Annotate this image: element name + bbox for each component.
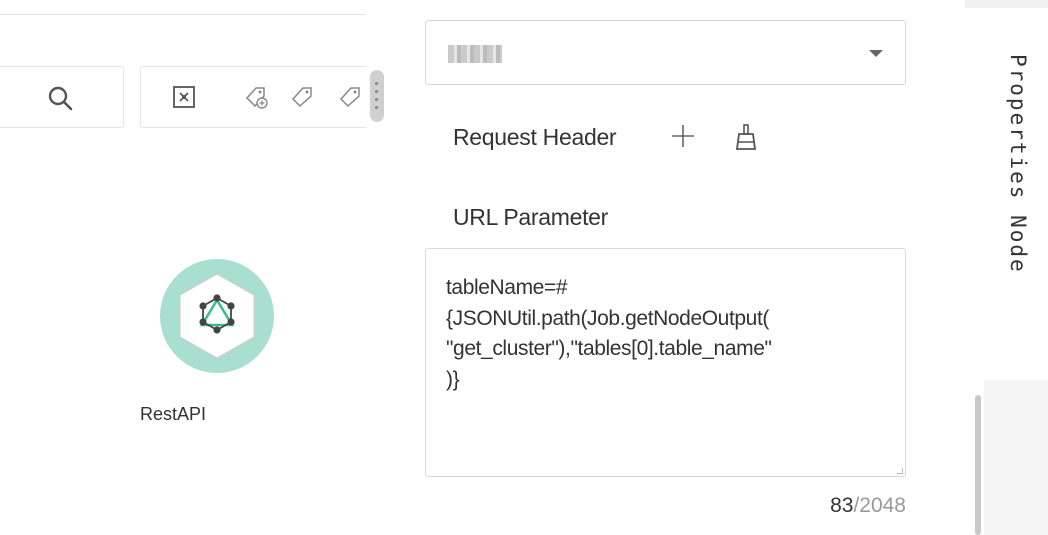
tag-more-icon[interactable] [337, 84, 363, 110]
strip-top-shade [965, 0, 1048, 8]
resize-handle[interactable] [370, 70, 384, 122]
fit-view-icon[interactable] [171, 84, 197, 110]
tag-add-icon[interactable] [243, 84, 269, 110]
strip-lower-area [984, 380, 1048, 535]
clean-icon[interactable] [733, 123, 759, 151]
url-parameter-value: tableName=# {JSONUtil.path(Job.getNodeOu… [446, 276, 772, 391]
dropdown-caret-icon [869, 50, 883, 57]
tag-icon[interactable] [289, 84, 315, 110]
request-header-label: Request Header [453, 124, 617, 150]
textarea-resize-grip[interactable] [897, 468, 903, 474]
char-max: /2048 [853, 494, 906, 517]
url-parameter-textarea[interactable]: tableName=# {JSONUtil.path(Job.getNodeOu… [425, 248, 906, 477]
scrollbar[interactable] [975, 395, 981, 535]
canvas-toolbar [140, 66, 366, 128]
restapi-node-icon [160, 259, 274, 373]
select-value [448, 45, 502, 63]
char-counter: 83/2048 [830, 494, 906, 518]
method-select[interactable] [425, 20, 906, 85]
char-count: 83 [830, 494, 854, 517]
canvas-area[interactable]: RestAPI [0, 0, 366, 535]
canvas-top-border [0, 14, 366, 15]
plus-icon[interactable] [670, 123, 696, 149]
url-parameter-label: URL Parameter [453, 204, 609, 230]
search-icon [48, 86, 73, 111]
tab-properties-node[interactable]: Properties Node [1006, 54, 1030, 274]
search-button[interactable] [0, 66, 124, 128]
node-label: RestAPI [140, 404, 207, 424]
restapi-node[interactable] [159, 258, 275, 374]
